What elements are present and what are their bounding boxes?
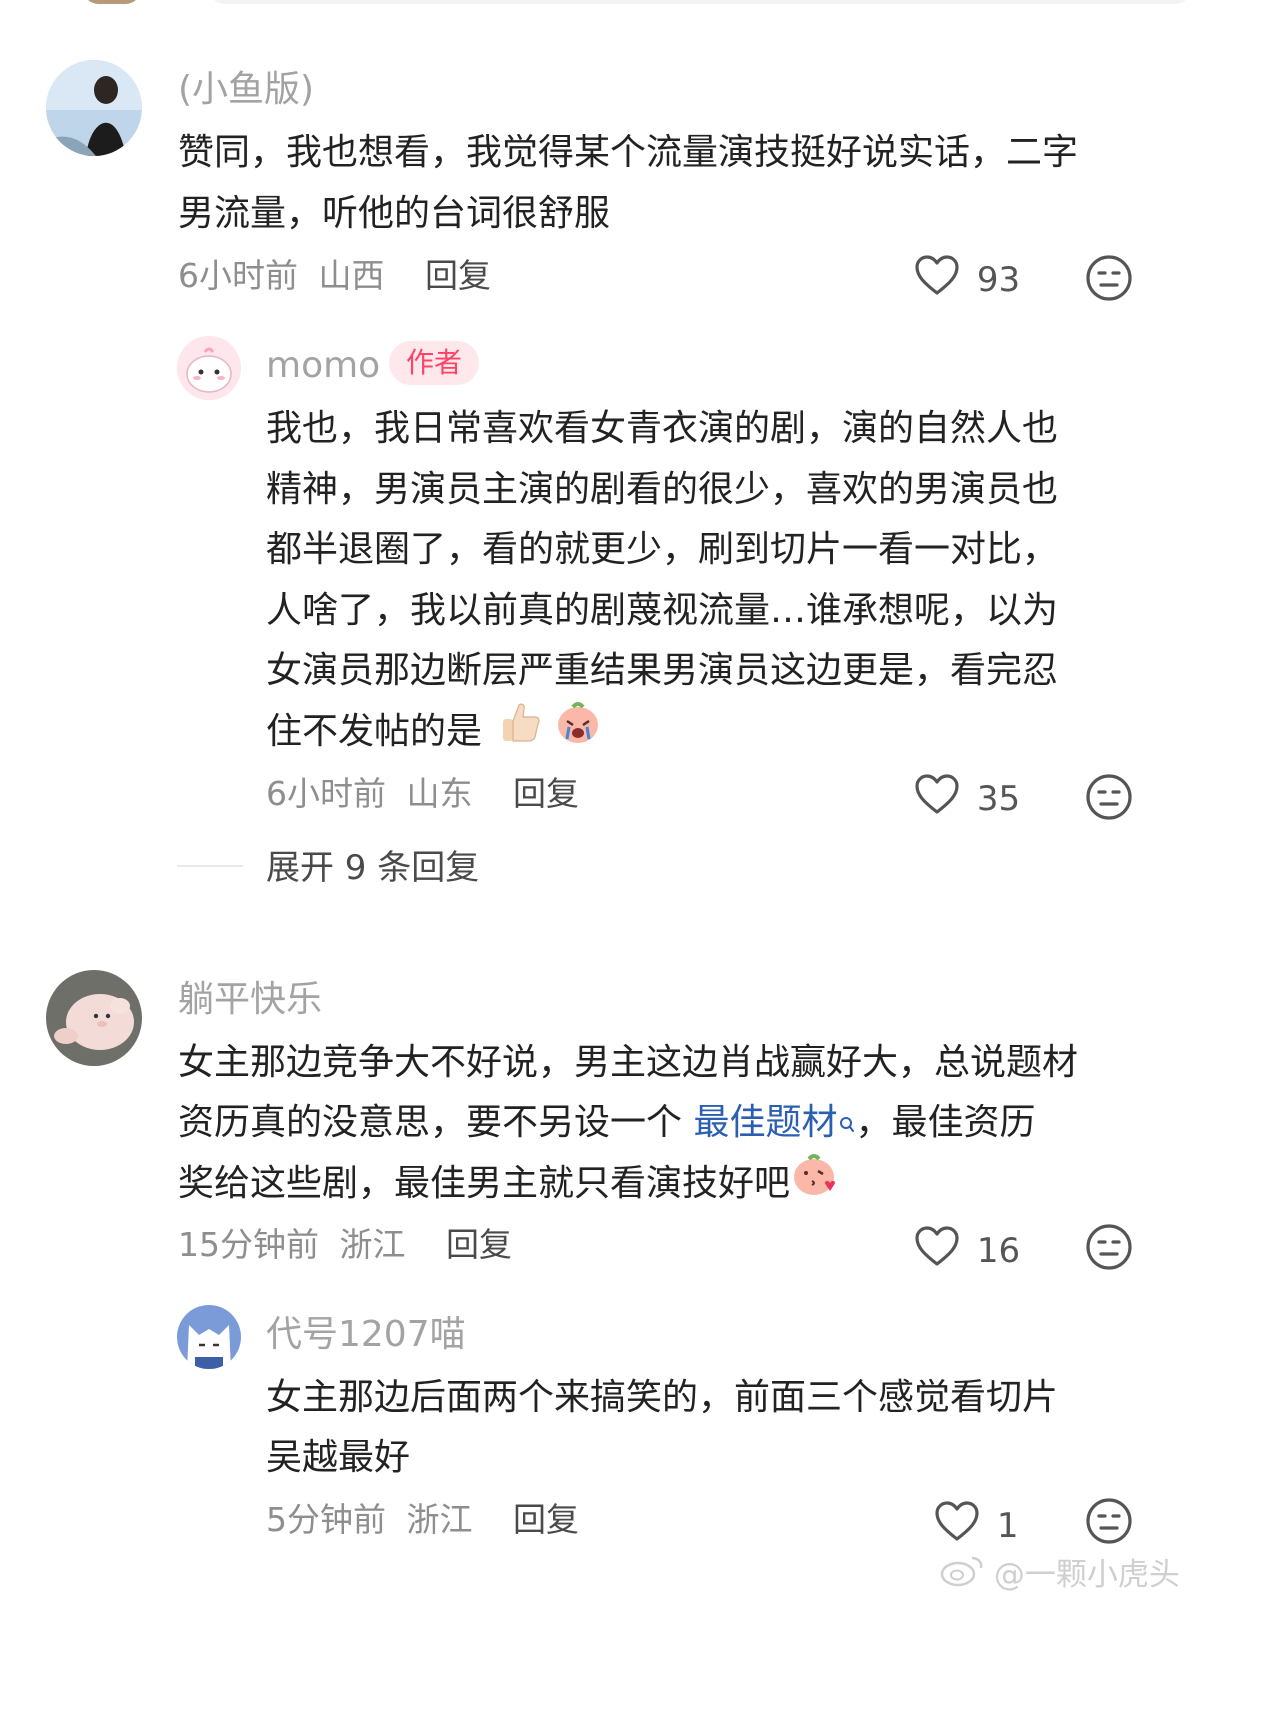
comment-text-line: 吴越最好 — [266, 1437, 411, 1478]
meh-face-icon[interactable] — [1085, 1497, 1133, 1549]
previous-content-box — [210, 0, 1190, 4]
reply-button[interactable]: 回复 — [425, 256, 491, 295]
author-badge: 作者 — [389, 341, 480, 385]
search-icon — [839, 1090, 855, 1156]
reply-button[interactable]: 回复 — [513, 1500, 579, 1539]
heart-outline-icon — [914, 773, 960, 824]
comment-text: 奖给这些剧，最佳男主就只看演技好吧 — [178, 1163, 791, 1204]
heart-outline-icon — [914, 1225, 960, 1276]
weibo-logo-icon — [940, 1552, 984, 1598]
comment-text-line: 资历真的没意思，要不另设一个 最佳题材 ，最佳资历 — [178, 1090, 1035, 1156]
timestamp: 6小时前 — [266, 774, 386, 813]
like-button[interactable]: 35 — [914, 773, 1020, 824]
reply-button[interactable]: 回复 — [513, 774, 579, 813]
avatar[interactable] — [177, 1305, 241, 1369]
comment-meta: 5分钟前 浙江 回复 — [266, 1500, 579, 1540]
timestamp: 5分钟前 — [266, 1500, 386, 1539]
like-button[interactable]: 16 — [914, 1225, 1020, 1276]
meh-face-icon[interactable] — [1085, 773, 1133, 825]
comment-text-line: 住不发帖的是 — [266, 699, 601, 767]
comment-text-line: 我也，我日常喜欢看女青衣演的剧，演的自然人也 — [266, 408, 1059, 449]
watermark-text: @一颗小虎头 — [993, 1557, 1180, 1593]
timestamp: 6小时前 — [178, 256, 298, 295]
reply-button[interactable]: 回复 — [446, 1225, 512, 1264]
comment-meta: 15分钟前 浙江 回复 — [178, 1225, 512, 1265]
location: 山东 — [406, 774, 473, 813]
expand-replies-button[interactable]: 展开 9 条回复 — [266, 848, 479, 888]
comment-meta: 6小时前 山东 回复 — [266, 774, 579, 814]
search-link-text[interactable]: 最佳题材 — [693, 1102, 837, 1143]
comment-text-line: 赞同，我也想看，我觉得某个流量演技挺好说实话，二字 — [178, 132, 1079, 173]
heart-outline-icon — [914, 254, 960, 305]
heart-outline-icon — [934, 1500, 980, 1551]
like-count: 1 — [996, 1505, 1019, 1546]
avatar[interactable] — [177, 336, 241, 400]
meh-face-icon[interactable] — [1085, 1223, 1133, 1275]
watermark: @一颗小虎头 — [940, 1552, 1180, 1598]
username[interactable]: momo — [266, 344, 380, 388]
crying-emoji-icon — [555, 699, 601, 767]
comment-meta: 6小时前 山西 回复 — [178, 256, 491, 296]
comment-text-line: 女主那边后面两个来搞笑的，前面三个感觉看切片 — [266, 1377, 1059, 1418]
like-count: 93 — [976, 259, 1021, 300]
thumbs-up-emoji-icon — [497, 699, 543, 767]
comment-text-line: 奖给这些剧，最佳男主就只看演技好吧 — [178, 1151, 838, 1219]
avatar[interactable] — [46, 970, 142, 1066]
location: 浙江 — [339, 1225, 406, 1264]
previous-avatar — [82, 0, 142, 4]
like-count: 35 — [976, 778, 1021, 819]
avatar[interactable] — [46, 60, 142, 156]
comment-text-line: 都半退圈了，看的就更少，刷到切片一看一对比， — [266, 529, 1059, 570]
like-count: 16 — [976, 1230, 1021, 1271]
comment-text-line: 精神，男演员主演的剧看的很少，喜欢的男演员也 — [266, 469, 1059, 510]
comment-text: 资历真的没意思，要不另设一个 — [178, 1102, 694, 1143]
comment-text-line: 女主那边竞争大不好说，男主这边肖战赢好大，总说题材 — [178, 1042, 1079, 1083]
location: 山西 — [318, 256, 385, 295]
comment-text: ，最佳资历 — [855, 1102, 1036, 1143]
location: 浙江 — [406, 1500, 473, 1539]
kiss-emoji-icon — [790, 1151, 838, 1219]
timestamp: 15分钟前 — [178, 1225, 319, 1264]
search-link[interactable]: 最佳题材 — [693, 1102, 855, 1143]
comment-text-line: 人啥了，我以前真的剧蔑视流量…谁承想呢，以为 — [266, 590, 1059, 631]
comment-text-line: 男流量，听他的台词很舒服 — [178, 193, 611, 234]
like-button[interactable]: 93 — [914, 254, 1020, 305]
expand-divider — [177, 865, 243, 867]
like-button[interactable]: 1 — [934, 1500, 1018, 1551]
username[interactable]: 躺平快乐 — [178, 978, 322, 1022]
username[interactable]: (小鱼版) — [178, 68, 314, 112]
comment-text: 住不发帖的是 — [266, 711, 483, 752]
comment-text-line: 女演员那边断层严重结果男演员这边更是，看完忍 — [266, 650, 1059, 691]
meh-face-icon[interactable] — [1085, 254, 1133, 306]
username[interactable]: 代号1207喵 — [266, 1313, 466, 1357]
